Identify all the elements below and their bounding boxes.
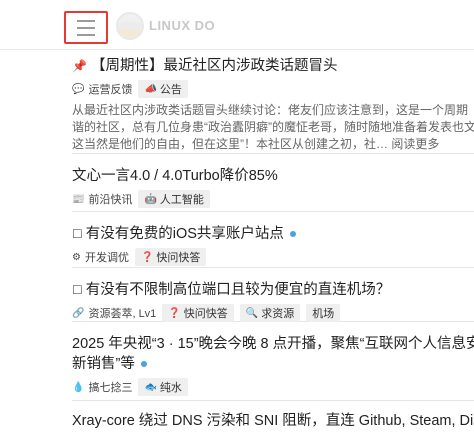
topic-excerpt: 从最近社区内涉政类话题冒头继续讨论：佬友们应该注意到，这是一个周期 谐的社区，总…	[72, 103, 474, 151]
tag-badge[interactable]: 🤖 人工智能	[138, 190, 210, 208]
tag-icon: 📣	[144, 83, 157, 95]
unread-dot	[140, 361, 147, 368]
topic-title[interactable]: Xray-core 绕过 DNS 污染和 SNI 阻断，直连 Github, S…	[72, 411, 474, 431]
menu-bar	[77, 19, 95, 22]
category-badge[interactable]: 📰 前沿快讯	[72, 191, 132, 207]
category-icon: 🔗	[72, 307, 85, 319]
tag-icon: 🐟	[144, 381, 157, 393]
topic-row[interactable]: 📌 【周期性】最近社区内涉政类话题冒头 💬 运营反馈 📣 公告 从最近社区内涉政类话题…	[72, 50, 474, 154]
tag-badge[interactable]: 🔍 求资源	[239, 304, 301, 322]
category-icon: 💬	[72, 83, 85, 95]
topic-title[interactable]: 文心一言4.0 / 4.0Turbo降价85%	[72, 166, 474, 186]
topic-row[interactable]: 2025 年央视“3 · 15”晚会今晚 8 点开播，聚焦“互联网个人信息安全 …	[72, 322, 474, 401]
category-badge[interactable]: ⚙ 开发调优	[72, 249, 129, 265]
checkbox-icon: ☐	[72, 227, 83, 241]
topic-title[interactable]: 📌 【周期性】最近社区内涉政类话题冒头	[72, 56, 474, 76]
topic-list: 📌 【周期性】最近社区内涉政类话题冒头 💬 运营反馈 📣 公告 从最近社区内涉政类话题…	[72, 50, 474, 432]
tag-icon: ❓	[168, 307, 181, 319]
tag-icon: 🔍	[245, 307, 259, 319]
tag-icon: ❓	[140, 251, 154, 263]
menu-bar	[77, 26, 95, 29]
category-badge[interactable]: 🔗 资源荟萃, Lv1	[72, 305, 156, 321]
tag-badge[interactable]: 🐟 纯水	[138, 378, 188, 396]
unread-dot	[289, 231, 296, 238]
topic-row[interactable]: ☐ 有没有不限制高位端口且较为便宜的直连机场？ 🔗 资源荟萃, Lv1 ❓ 快问快答 …	[72, 268, 474, 322]
category-badge[interactable]: 💧 搞七捻三	[72, 379, 132, 395]
tag-badge[interactable]: 📣 公告	[138, 80, 188, 98]
topic-title[interactable]: ☐ 有没有不限制高位端口且较为便宜的直连机场？	[72, 280, 474, 300]
hamburger-menu-button[interactable]	[64, 11, 108, 44]
topic-title[interactable]: 2025 年央视“3 · 15”晚会今晚 8 点开播，聚焦“互联网个人信息安全 …	[72, 334, 474, 374]
pin-icon: 📌	[72, 59, 87, 73]
site-logo[interactable]	[116, 12, 144, 40]
checkbox-icon: ☐	[72, 283, 83, 297]
tag-badge[interactable]: ❓ 快问快答	[162, 304, 234, 322]
category-icon: 💧	[72, 381, 85, 393]
topic-row[interactable]: Xray-core 绕过 DNS 污染和 SNI 阻断，直连 Github, S…	[72, 401, 474, 432]
tag-icon: 🤖	[144, 193, 157, 205]
topic-row[interactable]: 文心一言4.0 / 4.0Turbo降价85% 📰 前沿快讯 🤖 人工智能	[72, 154, 474, 212]
menu-bar	[77, 33, 95, 36]
tag-badge[interactable]: 机场	[306, 304, 341, 322]
tag-badge[interactable]: ❓ 快问快答	[134, 248, 207, 266]
topic-row[interactable]: ☐ 有没有免费的iOS共享账户站点 ⚙ 开发调优 ❓ 快问快答	[72, 212, 474, 268]
topic-title[interactable]: ☐ 有没有免费的iOS共享账户站点	[72, 224, 474, 244]
category-badge[interactable]: 💬 运营反馈	[72, 81, 132, 97]
top-header: LINUX DO	[0, 0, 474, 50]
category-icon: 📰	[72, 193, 85, 205]
category-icon: ⚙	[72, 251, 81, 263]
site-name[interactable]: LINUX DO	[149, 18, 215, 33]
